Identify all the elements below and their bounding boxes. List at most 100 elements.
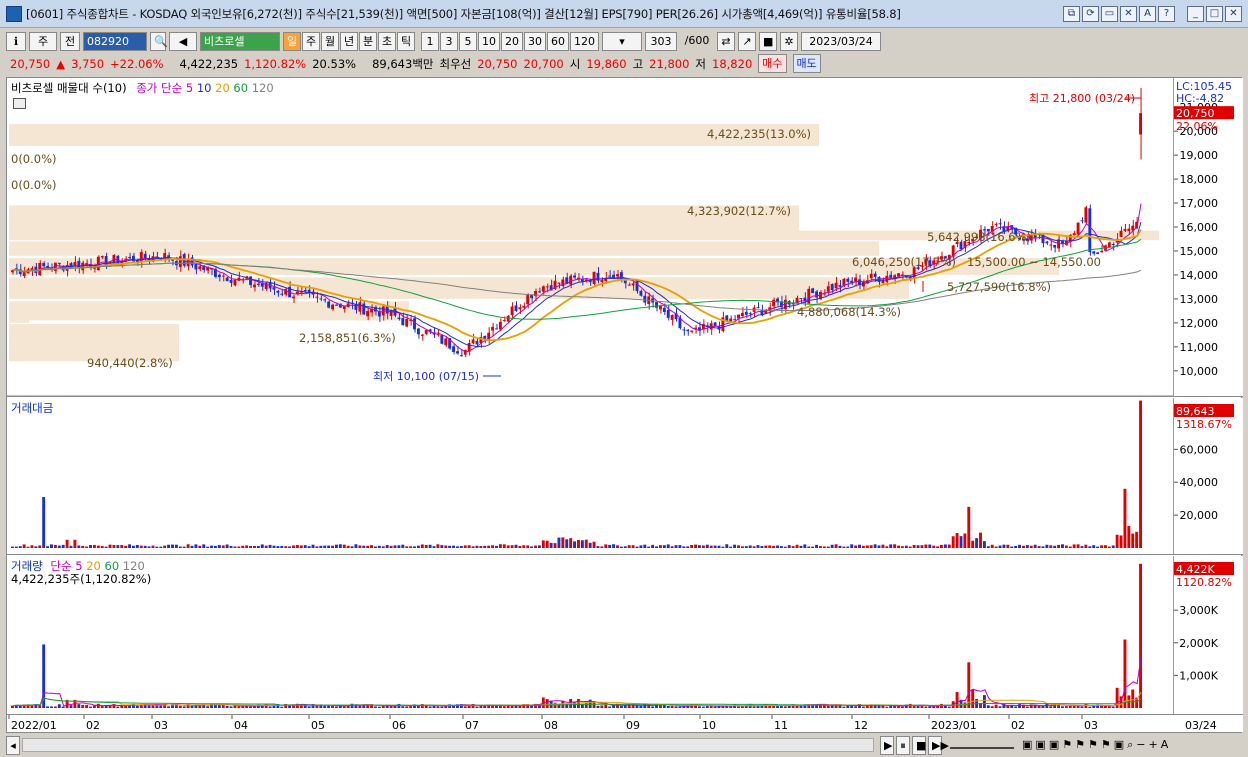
view-tool-icon[interactable]: ⚑ bbox=[1075, 738, 1085, 752]
amount-bar bbox=[311, 544, 315, 548]
candle bbox=[358, 302, 362, 312]
pause-icon[interactable]: ⏸ bbox=[896, 735, 910, 755]
play-icon[interactable]: ▶ bbox=[880, 735, 894, 755]
settings-icon[interactable]: ℹ bbox=[6, 31, 26, 51]
prev-button[interactable]: 전 bbox=[60, 31, 80, 51]
window-button[interactable]: ⟳ bbox=[1082, 6, 1099, 22]
amount-bar bbox=[116, 545, 120, 548]
amount-bar bbox=[623, 546, 627, 548]
amount-bar bbox=[233, 546, 237, 548]
chart-tool-icon[interactable]: ⇄ bbox=[717, 31, 735, 51]
amount-bar bbox=[374, 546, 377, 548]
main-toolbar: ℹ 주 전 082920 🔍 ◀ 비츠로셀 일주월년분초틱 1 3 5 10 20 30 6… bbox=[0, 30, 1248, 52]
zoom-slider[interactable] bbox=[950, 741, 1014, 749]
amount-bar bbox=[795, 544, 799, 548]
period-tab[interactable]: 분 bbox=[359, 31, 377, 51]
window-button[interactable]: ? bbox=[1158, 6, 1175, 22]
volume-bar bbox=[1123, 639, 1127, 708]
window-button[interactable]: □ bbox=[1206, 6, 1223, 22]
amount-bar bbox=[1127, 526, 1131, 548]
candle bbox=[655, 302, 658, 308]
amount-bar bbox=[573, 541, 576, 548]
view-tool-icon[interactable]: ▣ bbox=[1022, 738, 1032, 752]
volume-chart-svg bbox=[11, 563, 1142, 708]
price-panel[interactable]: 4,422,235(13.0%) 0(0.0%) 0(0.0%) 4,323,902(… bbox=[7, 78, 1173, 397]
period-tab[interactable]: 년 bbox=[340, 31, 358, 51]
candle bbox=[608, 275, 612, 277]
volume-bar bbox=[639, 705, 643, 708]
candle bbox=[233, 279, 237, 286]
minus-icon[interactable]: − bbox=[1136, 738, 1145, 752]
chart-area[interactable]: 4,422,235(13.0%) 0(0.0%) 0(0.0%) 4,323,902(… bbox=[6, 77, 1243, 733]
candle bbox=[1096, 252, 1100, 254]
period-tab[interactable]: 틱 bbox=[397, 31, 415, 51]
view-tool-icon[interactable]: ⚑ bbox=[1062, 738, 1072, 752]
search-icon[interactable]: 🔍 bbox=[150, 31, 168, 51]
amount-bar bbox=[61, 544, 65, 548]
volume-profile-label: 4,323,902(12.7%) bbox=[687, 204, 791, 218]
buy-button[interactable]: 매수 bbox=[758, 54, 787, 73]
window-button[interactable]: A bbox=[1139, 6, 1156, 22]
code-input[interactable]: 082920 bbox=[83, 31, 147, 51]
window-button[interactable]: ✕ bbox=[1225, 6, 1242, 22]
volume-bar bbox=[495, 705, 498, 708]
scrollbar-track[interactable] bbox=[22, 738, 874, 752]
amount-bar bbox=[436, 544, 440, 548]
stop-icon[interactable]: ■ bbox=[912, 735, 926, 755]
amount-bar bbox=[537, 545, 541, 548]
sell-button[interactable]: 매도 bbox=[792, 54, 821, 73]
interval-select[interactable]: ▾ bbox=[602, 31, 642, 51]
plus-icon[interactable]: + bbox=[1149, 738, 1158, 752]
amount-bar bbox=[869, 545, 873, 548]
volume-bar bbox=[77, 704, 81, 708]
interval-button[interactable]: 10 bbox=[478, 31, 500, 51]
window-button[interactable]: ⧉ bbox=[1063, 6, 1080, 22]
view-tool-icon[interactable]: ⚑ bbox=[1088, 738, 1098, 752]
save-icon[interactable]: ■ bbox=[759, 31, 777, 51]
stock-name[interactable]: 비츠로셀 bbox=[200, 31, 280, 51]
price-axis: 21,00020,00019,00018,00017,00016,00015,0… bbox=[1173, 78, 1243, 397]
fast-forward-icon[interactable]: ▶▶ bbox=[928, 735, 949, 755]
font-size-icon[interactable]: A bbox=[1161, 738, 1169, 752]
date-input[interactable]: 2023/03/24 bbox=[801, 31, 881, 51]
period-tab[interactable]: 일 bbox=[283, 31, 301, 51]
window-button[interactable]: ✕ bbox=[1120, 6, 1137, 22]
ma-label: 종가 단순 bbox=[136, 81, 183, 95]
candle bbox=[733, 319, 737, 321]
x-axis-label: 04 bbox=[234, 719, 248, 732]
market-select[interactable]: 주 bbox=[29, 31, 57, 51]
window-button[interactable]: ▭ bbox=[1101, 6, 1118, 22]
volume-panel[interactable]: 거래량 단순 5 20 60 120 4,422,235주(1,120.82%) bbox=[7, 556, 1173, 714]
view-tool-icon[interactable]: ⚑ bbox=[1101, 738, 1111, 752]
interval-button[interactable]: 30 bbox=[524, 31, 546, 51]
view-tool-icon[interactable]: ▣ bbox=[1035, 738, 1045, 752]
amount-bar bbox=[53, 544, 57, 548]
zoom-in-icon[interactable]: ⌕ bbox=[1127, 738, 1133, 752]
period-tab[interactable]: 주 bbox=[302, 31, 320, 51]
period-tab[interactable]: 월 bbox=[321, 31, 339, 51]
candle bbox=[221, 275, 225, 277]
amount-bar bbox=[77, 545, 81, 548]
table-icon[interactable] bbox=[13, 98, 26, 109]
interval-button[interactable]: 120 bbox=[570, 31, 599, 51]
period-tabs: 일주월년분초틱 bbox=[283, 31, 415, 51]
ma-periods: 5 10 20 60 120 bbox=[186, 81, 274, 95]
amount-bar bbox=[370, 545, 374, 548]
amount-panel[interactable]: 거래대금 bbox=[7, 398, 1173, 555]
candle bbox=[885, 275, 889, 282]
line-tool-icon[interactable]: ↗ bbox=[738, 31, 756, 51]
scroll-left-icon[interactable]: ◂ bbox=[6, 735, 20, 755]
interval-button[interactable]: 20 bbox=[501, 31, 523, 51]
view-tool-icon[interactable]: ▣ bbox=[1049, 738, 1059, 752]
window-button[interactable]: _ bbox=[1187, 6, 1204, 22]
interval-button[interactable]: 1 bbox=[421, 31, 439, 51]
interval-button[interactable]: 60 bbox=[547, 31, 569, 51]
view-tool-icon[interactable]: ▣ bbox=[1114, 738, 1124, 752]
interval-button[interactable]: 5 bbox=[459, 31, 477, 51]
gear-icon[interactable]: ✲ bbox=[780, 31, 798, 51]
interval-button[interactable]: 3 bbox=[440, 31, 458, 51]
period-tab[interactable]: 초 bbox=[378, 31, 396, 51]
amount-bar bbox=[678, 545, 682, 548]
speaker-icon[interactable]: ◀ bbox=[169, 31, 197, 51]
count-input[interactable]: 303 bbox=[645, 31, 677, 51]
